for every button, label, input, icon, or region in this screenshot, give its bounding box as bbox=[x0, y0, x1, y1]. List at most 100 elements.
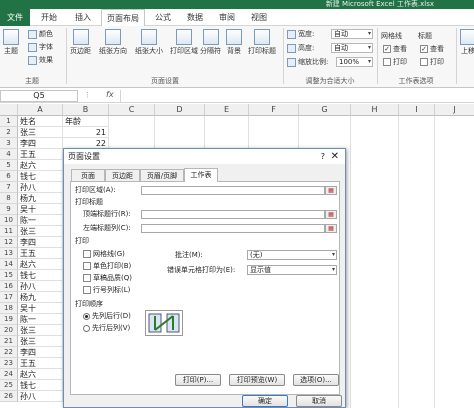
row-header[interactable]: 4 bbox=[0, 149, 18, 160]
row-col-headings-checkbox[interactable]: 行号列标(L) bbox=[83, 286, 130, 295]
over-then-down-radio[interactable]: 先行后列(V) bbox=[83, 324, 130, 333]
cell-name[interactable]: 钱七 bbox=[18, 270, 63, 281]
row-header[interactable]: 3 bbox=[0, 138, 18, 149]
bring-forward-button[interactable]: 上移 bbox=[460, 29, 474, 56]
column-header[interactable]: B bbox=[63, 104, 109, 116]
cell-name[interactable]: 陈一 bbox=[18, 314, 63, 325]
row-header[interactable]: 7 bbox=[0, 182, 18, 193]
name-box[interactable]: Q5 bbox=[0, 90, 78, 102]
row-header[interactable]: 22 bbox=[0, 347, 18, 358]
column-header[interactable]: J bbox=[435, 104, 474, 116]
cell-name[interactable]: 陈一 bbox=[18, 215, 63, 226]
column-header[interactable]: F bbox=[249, 104, 299, 116]
theme-colors-button[interactable]: 颜色 bbox=[28, 29, 53, 39]
row-header[interactable]: 11 bbox=[0, 226, 18, 237]
tab-data[interactable]: 数据 bbox=[182, 9, 208, 26]
cell-name[interactable]: 孙八 bbox=[18, 182, 63, 193]
cell-name[interactable]: 李四 bbox=[18, 237, 63, 248]
tab-home[interactable]: 开始 bbox=[34, 9, 64, 26]
tab-review[interactable]: 审阅 bbox=[214, 9, 240, 26]
tab-page-layout[interactable]: 页面布局 bbox=[101, 9, 145, 27]
cell-name[interactable]: 孙八 bbox=[18, 281, 63, 292]
row-header[interactable]: 14 bbox=[0, 259, 18, 270]
rows-repeat-input[interactable] bbox=[141, 210, 325, 219]
column-header[interactable]: G bbox=[299, 104, 351, 116]
insert-function-icon[interactable]: fx bbox=[106, 90, 114, 99]
row-header[interactable]: 17 bbox=[0, 292, 18, 303]
headings-view-checkbox[interactable]: ✓ 查看 bbox=[420, 44, 444, 54]
row-header[interactable]: 9 bbox=[0, 204, 18, 215]
height-select[interactable]: 自动 bbox=[331, 43, 373, 53]
errors-select[interactable]: 显示值 bbox=[247, 265, 337, 275]
ok-button[interactable]: 确定 bbox=[242, 395, 288, 407]
cell-name[interactable]: 孙八 bbox=[18, 391, 63, 402]
margins-button[interactable]: 页边距 bbox=[70, 29, 91, 56]
cell-name[interactable]: 赵六 bbox=[18, 160, 63, 171]
row-header[interactable]: 5 bbox=[0, 160, 18, 171]
row-header[interactable]: 10 bbox=[0, 215, 18, 226]
scale-stepper[interactable]: 100% bbox=[336, 57, 373, 67]
cell-name[interactable]: 杨九 bbox=[18, 193, 63, 204]
collapse-dialog-icon[interactable]: ▦ bbox=[325, 224, 337, 233]
print-titles-button[interactable]: 打印标题 bbox=[248, 29, 276, 56]
column-header[interactable]: D bbox=[155, 104, 205, 116]
gridlines-print-checkbox[interactable]: 打印 bbox=[383, 57, 407, 67]
row-header[interactable]: 1 bbox=[0, 116, 18, 127]
comments-select[interactable]: (无) bbox=[247, 250, 337, 260]
row-header[interactable]: 13 bbox=[0, 248, 18, 259]
theme-fonts-button[interactable]: 字体 bbox=[28, 42, 53, 52]
cell-name[interactable]: 姓名 bbox=[18, 116, 63, 127]
cell-name[interactable]: 吴十 bbox=[18, 204, 63, 215]
options-button[interactable]: 选项(O)... bbox=[293, 374, 339, 386]
row-header[interactable]: 20 bbox=[0, 325, 18, 336]
close-icon[interactable]: ✕ bbox=[331, 149, 339, 164]
tab-file[interactable]: 文件 bbox=[0, 9, 30, 26]
cell-name[interactable]: 赵六 bbox=[18, 369, 63, 380]
cancel-button[interactable]: 取消 bbox=[296, 395, 342, 407]
cell-name[interactable]: 王五 bbox=[18, 149, 63, 160]
cell-name[interactable]: 钱七 bbox=[18, 171, 63, 182]
column-header[interactable]: C bbox=[109, 104, 155, 116]
dialog-tab-header-footer[interactable]: 页眉/页脚 bbox=[140, 169, 184, 181]
cell-age[interactable]: 21 bbox=[63, 127, 109, 138]
tab-formulas[interactable]: 公式 bbox=[150, 9, 176, 26]
theme-effects-button[interactable]: 效果 bbox=[28, 55, 53, 65]
collapse-dialog-icon[interactable]: ▦ bbox=[325, 186, 337, 195]
row-header[interactable]: 26 bbox=[0, 391, 18, 402]
print-preview-button[interactable]: 打印预览(W) bbox=[229, 374, 285, 386]
column-header[interactable]: E bbox=[205, 104, 249, 116]
row-header[interactable]: 12 bbox=[0, 237, 18, 248]
help-icon[interactable]: ? bbox=[321, 149, 325, 164]
headings-print-checkbox[interactable]: 打印 bbox=[420, 57, 444, 67]
width-select[interactable]: 自动 bbox=[331, 29, 373, 39]
cell-name[interactable]: 张三 bbox=[18, 127, 63, 138]
cell-name[interactable]: 赵六 bbox=[18, 259, 63, 270]
row-header[interactable]: 2 bbox=[0, 127, 18, 138]
gridlines-view-checkbox[interactable]: ✓ 查看 bbox=[383, 44, 407, 54]
down-then-over-radio[interactable]: 先列后行(D) bbox=[83, 312, 131, 321]
cell-name[interactable]: 李四 bbox=[18, 347, 63, 358]
row-header[interactable]: 24 bbox=[0, 369, 18, 380]
row-header[interactable]: 21 bbox=[0, 336, 18, 347]
dialog-tab-margins[interactable]: 页边距 bbox=[105, 169, 140, 181]
column-header[interactable]: A bbox=[18, 104, 63, 116]
collapse-dialog-icon[interactable]: ▦ bbox=[325, 210, 337, 219]
print-area-button[interactable]: 打印区域 bbox=[170, 29, 198, 56]
row-header[interactable]: 18 bbox=[0, 303, 18, 314]
size-button[interactable]: 纸张大小 bbox=[135, 29, 163, 56]
row-header[interactable]: 6 bbox=[0, 171, 18, 182]
tab-insert[interactable]: 插入 bbox=[68, 9, 98, 26]
draft-checkbox[interactable]: 草稿品质(Q) bbox=[83, 274, 132, 283]
row-header[interactable]: 15 bbox=[0, 270, 18, 281]
breaks-button[interactable]: 分隔符 bbox=[200, 29, 221, 56]
select-all-corner[interactable] bbox=[0, 104, 18, 116]
row-header[interactable]: 25 bbox=[0, 380, 18, 391]
cell-name[interactable]: 王五 bbox=[18, 358, 63, 369]
row-header[interactable]: 16 bbox=[0, 281, 18, 292]
cell-name[interactable]: 钱七 bbox=[18, 380, 63, 391]
row-header[interactable]: 23 bbox=[0, 358, 18, 369]
row-header[interactable]: 19 bbox=[0, 314, 18, 325]
cell-name[interactable]: 吴十 bbox=[18, 303, 63, 314]
dialog-tab-page[interactable]: 页面 bbox=[71, 169, 105, 181]
orientation-button[interactable]: 纸张方向 bbox=[99, 29, 127, 56]
